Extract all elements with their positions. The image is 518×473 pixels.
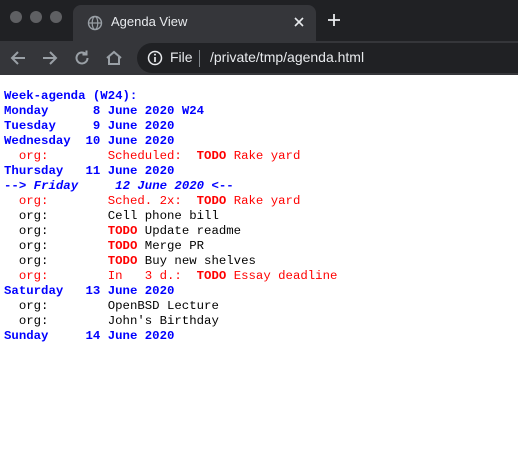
todo-keyword: TODO (196, 149, 227, 163)
agenda-item[interactable]: org: Sched. 2x: TODO Rake yard (4, 194, 518, 209)
close-window-button[interactable] (10, 11, 22, 23)
day-name: Friday (33, 179, 79, 193)
item-schedule: Scheduled: (107, 149, 182, 163)
day-line-monday: Monday 8 June 2020 W24 (4, 104, 518, 119)
day-line-tuesday: Tuesday 9 June 2020 (4, 119, 518, 134)
item-title: Essay deadline (233, 269, 338, 283)
item-category: org: (18, 194, 49, 208)
day-name: Thursday (4, 164, 64, 178)
zoom-window-button[interactable] (50, 11, 62, 23)
agenda-item[interactable]: org: TODO Update readme (4, 224, 518, 239)
week-number: W24 (181, 104, 205, 118)
agenda-item[interactable]: org: Scheduled: TODO Rake yard (4, 149, 518, 164)
day-line-friday-today: --> Friday 12 June 2020 <-- (4, 179, 518, 194)
day-date: 10 June 2020 (85, 134, 175, 148)
day-date: 9 June 2020 (92, 119, 175, 133)
item-category: org: (18, 224, 49, 238)
agenda-item[interactable]: org: TODO Buy new shelves (4, 254, 518, 269)
address-separator (199, 50, 200, 67)
day-line-sunday: Sunday 14 June 2020 (4, 329, 518, 344)
tab-title: Agenda View (111, 14, 188, 29)
item-title: Update readme (144, 224, 242, 238)
item-title: Buy new shelves (144, 254, 256, 268)
item-category: org: (18, 239, 49, 253)
forward-arrow-icon[interactable] (41, 49, 59, 67)
day-date: 14 June 2020 (85, 329, 175, 343)
minimize-window-button[interactable] (30, 11, 42, 23)
item-category: org: (18, 209, 49, 223)
item-schedule: Sched. 2x: (107, 194, 182, 208)
item-category: org: (18, 269, 49, 283)
day-name: Sunday (4, 329, 49, 343)
today-marker-left: --> (4, 179, 27, 193)
agenda-item[interactable]: org: TODO Merge PR (4, 239, 518, 254)
close-icon[interactable] (291, 14, 307, 30)
today-marker-right: <-- (211, 179, 234, 193)
browser-tab[interactable]: Agenda View (73, 5, 316, 41)
info-icon[interactable] (147, 50, 163, 66)
item-title: Rake yard (233, 194, 301, 208)
todo-keyword: TODO (107, 254, 138, 268)
item-deadline: In 3 d.: (107, 269, 182, 283)
item-title: OpenBSD Lecture (107, 299, 219, 313)
day-date: 12 June 2020 (115, 179, 205, 193)
agenda-header: Week-agenda (W24): (4, 89, 138, 103)
item-category: org: (18, 314, 49, 328)
todo-keyword: TODO (196, 194, 227, 208)
address-bar[interactable]: File /private/tmp/agenda.html (137, 43, 518, 73)
back-arrow-icon[interactable] (9, 49, 27, 67)
agenda-item[interactable]: org: Cell phone bill (4, 209, 518, 224)
todo-keyword: TODO (107, 224, 138, 238)
url-scheme-label: File (170, 49, 193, 65)
day-date: 11 June 2020 (85, 164, 175, 178)
item-title: Merge PR (144, 239, 205, 253)
reload-icon[interactable] (73, 49, 91, 67)
agenda-item[interactable]: org: OpenBSD Lecture (4, 299, 518, 314)
item-category: org: (18, 254, 49, 268)
item-category: org: (18, 299, 49, 313)
day-name: Tuesday (4, 119, 56, 133)
day-line-wednesday: Wednesday 10 June 2020 (4, 134, 518, 149)
new-tab-icon[interactable] (326, 12, 342, 28)
agenda-item[interactable]: org: In 3 d.: TODO Essay deadline (4, 269, 518, 284)
day-line-thursday: Thursday 11 June 2020 (4, 164, 518, 179)
day-name: Monday (4, 104, 49, 118)
browser-tab-bar: Agenda View (0, 0, 518, 41)
browser-toolbar: File /private/tmp/agenda.html (0, 41, 518, 75)
item-title: John's Birthday (107, 314, 219, 328)
day-name: Saturday (4, 284, 64, 298)
todo-keyword: TODO (107, 239, 138, 253)
agenda-view: Week-agenda (W24): Monday 8 June 2020 W2… (4, 89, 518, 344)
url-text[interactable]: /private/tmp/agenda.html (210, 49, 364, 65)
globe-icon (87, 15, 103, 31)
item-title: Rake yard (233, 149, 301, 163)
item-category: org: (18, 149, 49, 163)
agenda-item[interactable]: org: John's Birthday (4, 314, 518, 329)
day-date: 8 June 2020 (92, 104, 175, 118)
day-date: 13 June 2020 (85, 284, 175, 298)
day-name: Wednesday (4, 134, 71, 148)
home-icon[interactable] (105, 49, 123, 67)
todo-keyword: TODO (196, 269, 227, 283)
day-line-saturday: Saturday 13 June 2020 (4, 284, 518, 299)
item-title: Cell phone bill (107, 209, 219, 223)
